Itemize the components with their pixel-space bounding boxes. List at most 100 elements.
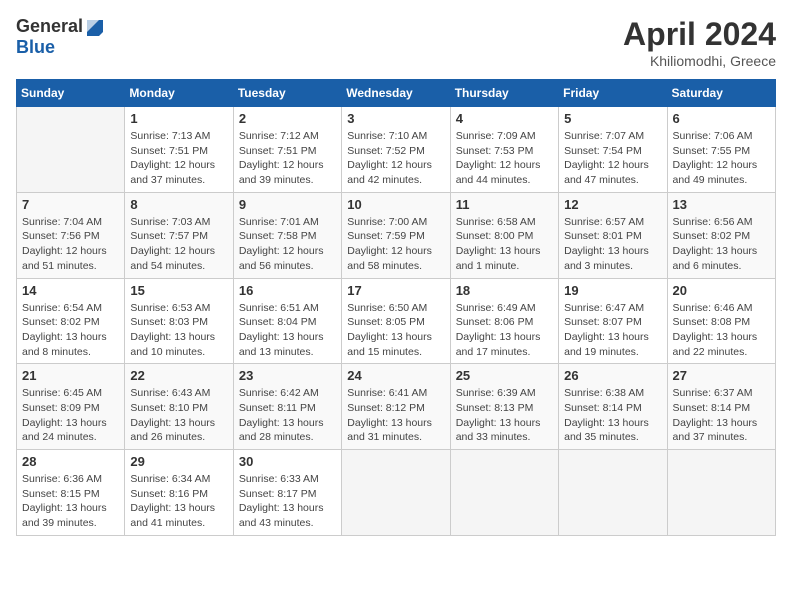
weekday-header-saturday: Saturday xyxy=(667,80,775,107)
cell-content: Sunrise: 7:09 AMSunset: 7:53 PMDaylight:… xyxy=(456,129,553,188)
day-number: 22 xyxy=(130,368,227,383)
calendar-cell: 25 Sunrise: 6:39 AMSunset: 8:13 PMDayligh… xyxy=(450,364,558,450)
calendar-cell: 13Sunrise: 6:56 AMSunset: 8:02 PMDayligh… xyxy=(667,192,775,278)
cell-content: Sunrise: 6:50 AMSunset: 8:05 PMDaylight:… xyxy=(347,301,444,360)
day-number: 1 xyxy=(130,111,227,126)
calendar-cell: 5 Sunrise: 7:07 AMSunset: 7:54 PMDaylight… xyxy=(559,107,667,193)
calendar-cell: 28 Sunrise: 6:36 AMSunset: 8:15 PMDayligh… xyxy=(17,450,125,536)
day-number: 11 xyxy=(456,197,553,212)
day-number: 24 xyxy=(347,368,444,383)
cell-content: Sunrise: 6:45 AMSunset: 8:09 PMDaylight:… xyxy=(22,386,119,445)
day-number: 30 xyxy=(239,454,336,469)
calendar-cell: 18Sunrise: 6:49 AMSunset: 8:06 PMDayligh… xyxy=(450,278,558,364)
calendar-cell: 8 Sunrise: 7:03 AMSunset: 7:57 PMDaylight… xyxy=(125,192,233,278)
calendar-cell: 6 Sunrise: 7:06 AMSunset: 7:55 PMDaylight… xyxy=(667,107,775,193)
calendar-cell xyxy=(559,450,667,536)
cell-content: Sunrise: 6:34 AMSunset: 8:16 PMDaylight:… xyxy=(130,472,227,531)
calendar-cell: 1 Sunrise: 7:13 AMSunset: 7:51 PMDaylight… xyxy=(125,107,233,193)
calendar-cell: 23 Sunrise: 6:42 AMSunset: 8:11 PMDayligh… xyxy=(233,364,341,450)
weekday-header-thursday: Thursday xyxy=(450,80,558,107)
calendar-cell: 17Sunrise: 6:50 AMSunset: 8:05 PMDayligh… xyxy=(342,278,450,364)
week-row-5: 28 Sunrise: 6:36 AMSunset: 8:15 PMDayligh… xyxy=(17,450,776,536)
week-row-2: 7Sunrise: 7:04 AMSunset: 7:56 PMDaylight… xyxy=(17,192,776,278)
cell-content: Sunrise: 7:10 AMSunset: 7:52 PMDaylight:… xyxy=(347,129,444,188)
day-number: 7 xyxy=(22,197,119,212)
cell-content: Sunrise: 6:58 AMSunset: 8:00 PMDaylight:… xyxy=(456,215,553,274)
calendar-cell: 3 Sunrise: 7:10 AMSunset: 7:52 PMDaylight… xyxy=(342,107,450,193)
cell-content: Sunrise: 6:47 AMSunset: 8:07 PMDaylight:… xyxy=(564,301,661,360)
day-number: 10 xyxy=(347,197,444,212)
weekday-header-friday: Friday xyxy=(559,80,667,107)
cell-content: Sunrise: 7:07 AMSunset: 7:54 PMDaylight:… xyxy=(564,129,661,188)
week-row-4: 21 Sunrise: 6:45 AMSunset: 8:09 PMDayligh… xyxy=(17,364,776,450)
calendar-cell: 14 Sunrise: 6:54 AMSunset: 8:02 PMDayligh… xyxy=(17,278,125,364)
calendar-cell: 26Sunrise: 6:38 AMSunset: 8:14 PMDayligh… xyxy=(559,364,667,450)
weekday-header-wednesday: Wednesday xyxy=(342,80,450,107)
cell-content: Sunrise: 6:46 AMSunset: 8:08 PMDaylight:… xyxy=(673,301,770,360)
calendar-cell: 15Sunrise: 6:53 AMSunset: 8:03 PMDayligh… xyxy=(125,278,233,364)
calendar-cell: 9Sunrise: 7:01 AMSunset: 7:58 PMDaylight… xyxy=(233,192,341,278)
day-number: 20 xyxy=(673,283,770,298)
weekday-header-monday: Monday xyxy=(125,80,233,107)
title-area: April 2024 Khiliomodhi, Greece xyxy=(623,16,776,69)
cell-content: Sunrise: 6:42 AMSunset: 8:11 PMDaylight:… xyxy=(239,386,336,445)
day-number: 13 xyxy=(673,197,770,212)
day-number: 6 xyxy=(673,111,770,126)
calendar-cell: 30 Sunrise: 6:33 AMSunset: 8:17 PMDayligh… xyxy=(233,450,341,536)
day-number: 12 xyxy=(564,197,661,212)
weekday-header-tuesday: Tuesday xyxy=(233,80,341,107)
calendar-cell: 27 Sunrise: 6:37 AMSunset: 8:14 PMDayligh… xyxy=(667,364,775,450)
logo-icon xyxy=(85,18,103,36)
weekday-header-sunday: Sunday xyxy=(17,80,125,107)
calendar-cell: 12Sunrise: 6:57 AMSunset: 8:01 PMDayligh… xyxy=(559,192,667,278)
month-title: April 2024 xyxy=(623,16,776,53)
logo-blue-text: Blue xyxy=(16,37,55,57)
day-number: 28 xyxy=(22,454,119,469)
day-number: 5 xyxy=(564,111,661,126)
cell-content: Sunrise: 6:36 AMSunset: 8:15 PMDaylight:… xyxy=(22,472,119,531)
calendar-cell: 19 Sunrise: 6:47 AMSunset: 8:07 PMDayligh… xyxy=(559,278,667,364)
weekday-header-row: SundayMondayTuesdayWednesdayThursdayFrid… xyxy=(17,80,776,107)
cell-content: Sunrise: 6:49 AMSunset: 8:06 PMDaylight:… xyxy=(456,301,553,360)
calendar-cell: 22 Sunrise: 6:43 AMSunset: 8:10 PMDayligh… xyxy=(125,364,233,450)
calendar-cell: 2Sunrise: 7:12 AMSunset: 7:51 PMDaylight… xyxy=(233,107,341,193)
day-number: 29 xyxy=(130,454,227,469)
calendar-cell xyxy=(450,450,558,536)
day-number: 19 xyxy=(564,283,661,298)
day-number: 8 xyxy=(130,197,227,212)
calendar-cell xyxy=(667,450,775,536)
cell-content: Sunrise: 7:13 AMSunset: 7:51 PMDaylight:… xyxy=(130,129,227,188)
location: Khiliomodhi, Greece xyxy=(623,53,776,69)
page-header: General Blue April 2024 Khiliomodhi, Gre… xyxy=(16,16,776,69)
calendar-cell: 16 Sunrise: 6:51 AMSunset: 8:04 PMDayligh… xyxy=(233,278,341,364)
cell-content: Sunrise: 6:53 AMSunset: 8:03 PMDaylight:… xyxy=(130,301,227,360)
calendar-table: SundayMondayTuesdayWednesdayThursdayFrid… xyxy=(16,79,776,536)
cell-content: Sunrise: 6:39 AMSunset: 8:13 PMDaylight:… xyxy=(456,386,553,445)
day-number: 3 xyxy=(347,111,444,126)
calendar-cell: 29 Sunrise: 6:34 AMSunset: 8:16 PMDayligh… xyxy=(125,450,233,536)
week-row-3: 14 Sunrise: 6:54 AMSunset: 8:02 PMDayligh… xyxy=(17,278,776,364)
cell-content: Sunrise: 6:33 AMSunset: 8:17 PMDaylight:… xyxy=(239,472,336,531)
cell-content: Sunrise: 7:00 AMSunset: 7:59 PMDaylight:… xyxy=(347,215,444,274)
logo-general-text: General xyxy=(16,16,83,37)
day-number: 4 xyxy=(456,111,553,126)
cell-content: Sunrise: 6:51 AMSunset: 8:04 PMDaylight:… xyxy=(239,301,336,360)
day-number: 14 xyxy=(22,283,119,298)
day-number: 16 xyxy=(239,283,336,298)
calendar-cell: 11 Sunrise: 6:58 AMSunset: 8:00 PMDayligh… xyxy=(450,192,558,278)
cell-content: Sunrise: 6:37 AMSunset: 8:14 PMDaylight:… xyxy=(673,386,770,445)
day-number: 23 xyxy=(239,368,336,383)
cell-content: Sunrise: 7:03 AMSunset: 7:57 PMDaylight:… xyxy=(130,215,227,274)
calendar-cell xyxy=(17,107,125,193)
calendar-cell: 24Sunrise: 6:41 AMSunset: 8:12 PMDayligh… xyxy=(342,364,450,450)
cell-content: Sunrise: 6:54 AMSunset: 8:02 PMDaylight:… xyxy=(22,301,119,360)
cell-content: Sunrise: 6:38 AMSunset: 8:14 PMDaylight:… xyxy=(564,386,661,445)
day-number: 25 xyxy=(456,368,553,383)
day-number: 21 xyxy=(22,368,119,383)
week-row-1: 1 Sunrise: 7:13 AMSunset: 7:51 PMDaylight… xyxy=(17,107,776,193)
day-number: 9 xyxy=(239,197,336,212)
cell-content: Sunrise: 6:43 AMSunset: 8:10 PMDaylight:… xyxy=(130,386,227,445)
cell-content: Sunrise: 7:06 AMSunset: 7:55 PMDaylight:… xyxy=(673,129,770,188)
cell-content: Sunrise: 7:12 AMSunset: 7:51 PMDaylight:… xyxy=(239,129,336,188)
day-number: 27 xyxy=(673,368,770,383)
